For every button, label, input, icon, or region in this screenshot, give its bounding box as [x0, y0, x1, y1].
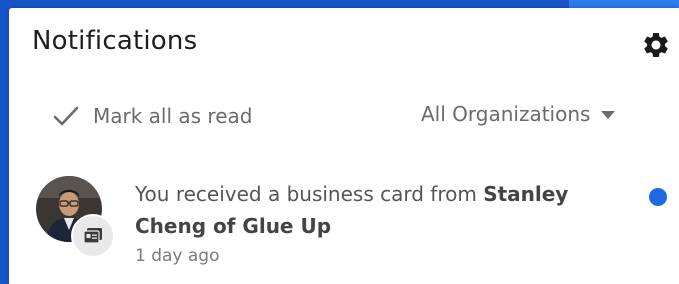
- business-card-icon: [71, 214, 115, 258]
- notification-timestamp: 1 day ago: [135, 246, 220, 266]
- notification-text-middle: of: [206, 214, 243, 238]
- notification-item[interactable]: You received a business card from Stanle…: [9, 166, 679, 276]
- notification-message: You received a business card from Stanle…: [135, 178, 625, 242]
- organization-filter-value: All Organizations: [421, 102, 591, 126]
- panel-title: Notifications: [32, 26, 198, 56]
- caret-down-icon: [600, 105, 616, 124]
- unread-indicator: [649, 188, 667, 206]
- notification-organization: Glue Up: [242, 214, 332, 238]
- notification-text-prefix: You received a business card from: [135, 182, 484, 206]
- mark-all-read-label: Mark all as read: [93, 104, 253, 128]
- checkmark-icon: [53, 105, 79, 127]
- organization-filter-dropdown[interactable]: All Organizations: [421, 102, 616, 126]
- gear-icon[interactable]: [641, 30, 671, 60]
- mark-all-read-button[interactable]: Mark all as read: [53, 104, 252, 128]
- notifications-panel: Notifications Mark all as read All Organ…: [9, 8, 679, 284]
